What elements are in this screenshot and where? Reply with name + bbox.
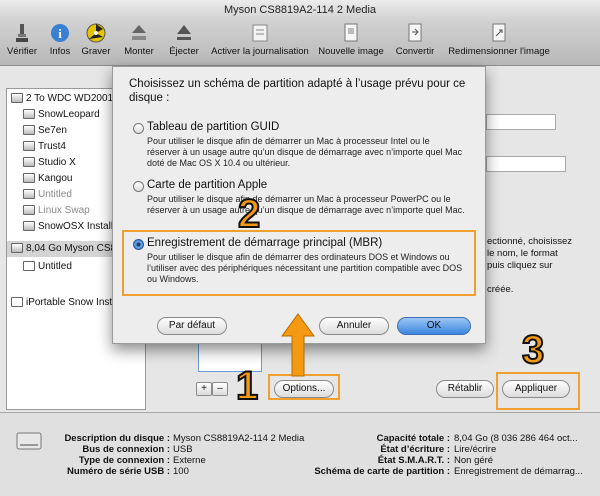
toolbar: Vérifier i Infos Graver Monter Éjecter A… bbox=[0, 20, 600, 66]
disk-info-panel: Description du disque : Bus de connexion… bbox=[0, 412, 600, 496]
window-title: Myson CS8819A2-114 2 Media bbox=[0, 0, 600, 20]
info-button[interactable]: i Infos bbox=[46, 22, 74, 57]
resize-image-button[interactable]: Redimensionner l'image bbox=[444, 22, 554, 57]
convert-icon bbox=[408, 23, 422, 42]
apply-highlight-box bbox=[496, 372, 580, 410]
hard-drive-icon bbox=[11, 93, 23, 104]
mount-button[interactable]: Monter bbox=[120, 22, 158, 57]
ok-button[interactable]: OK bbox=[397, 317, 471, 335]
step-2-label: 2 bbox=[237, 191, 261, 237]
eject-button[interactable]: Éjecter bbox=[166, 22, 202, 57]
journal-icon bbox=[252, 24, 268, 42]
enable-journaling-button[interactable]: Activer la journalisation bbox=[208, 22, 312, 57]
mount-icon bbox=[132, 25, 146, 40]
add-partition-button[interactable]: + bbox=[196, 382, 212, 396]
guid-radio[interactable] bbox=[133, 123, 144, 134]
new-image-icon bbox=[344, 23, 358, 42]
burn-icon bbox=[86, 23, 106, 43]
name-field[interactable] bbox=[486, 114, 556, 130]
mbr-highlight-box bbox=[122, 230, 476, 296]
info-icon: i bbox=[51, 24, 69, 42]
volume-icon bbox=[23, 205, 35, 216]
usb-drive-icon bbox=[11, 243, 23, 254]
format-popup[interactable] bbox=[486, 156, 566, 172]
svg-text:i: i bbox=[58, 26, 62, 41]
disk-utility-window: Myson CS8819A2-114 2 Media Vérifier i In… bbox=[0, 0, 600, 496]
volume-icon bbox=[23, 109, 35, 120]
volume-icon bbox=[23, 157, 35, 168]
volume-icon bbox=[23, 261, 35, 272]
burn-button[interactable]: Graver bbox=[80, 22, 112, 57]
cancel-button[interactable]: Annuler bbox=[319, 317, 389, 335]
annotation-arrow bbox=[281, 313, 315, 377]
right-help-text: ectionné, choisissez le nom, le format p… bbox=[487, 236, 573, 295]
revert-button[interactable]: Rétablir bbox=[436, 380, 494, 398]
convert-button[interactable]: Convertir bbox=[392, 22, 438, 57]
volume-icon bbox=[23, 173, 35, 184]
step-1-label: 1 bbox=[235, 363, 259, 409]
new-image-button[interactable]: Nouvelle image bbox=[318, 22, 384, 57]
volume-icon bbox=[23, 141, 35, 152]
resize-image-icon bbox=[492, 23, 506, 42]
disk-image-icon bbox=[11, 297, 23, 308]
apm-radio[interactable] bbox=[133, 181, 144, 192]
volume-icon bbox=[23, 189, 35, 200]
eject-icon bbox=[177, 25, 191, 40]
default-button[interactable]: Par défaut bbox=[157, 317, 227, 335]
sheet-prompt: Choisissez un schéma de partition adapté… bbox=[129, 78, 466, 104]
volume-icon bbox=[23, 221, 35, 232]
disk-icon bbox=[16, 432, 42, 450]
remove-partition-button[interactable]: – bbox=[212, 382, 228, 396]
verify-button[interactable]: Vérifier bbox=[2, 22, 42, 57]
step-3-label: 3 bbox=[521, 327, 545, 373]
volume-icon bbox=[23, 125, 35, 136]
partition-scheme-sheet: Choisissez un schéma de partition adapté… bbox=[112, 66, 486, 344]
microscope-icon bbox=[16, 24, 28, 42]
